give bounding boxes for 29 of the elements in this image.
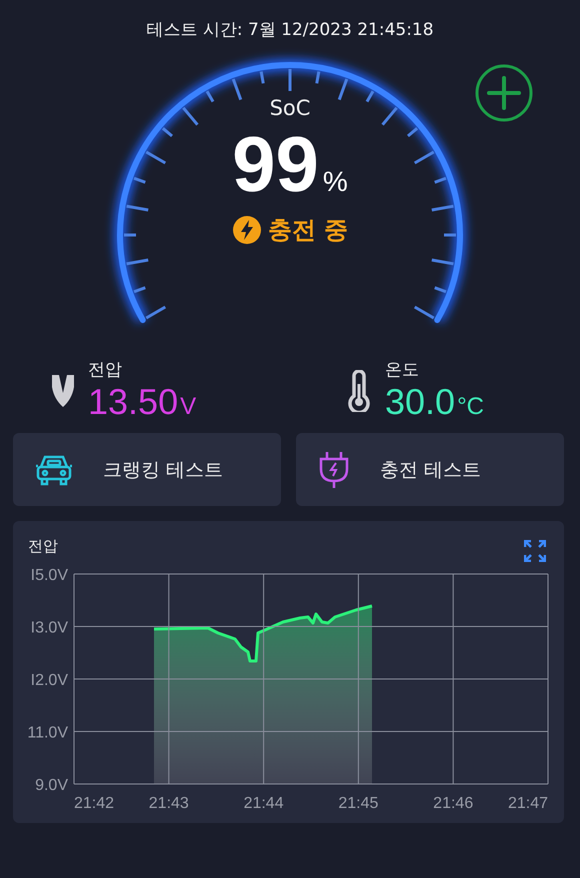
axis-label: 21:42 [74,795,114,812]
axis-label: 21:46 [433,795,474,812]
voltage-icon [50,372,76,408]
soc-label: SoC [270,96,310,120]
test-time: 테스트 시간: 7월 12/2023 21:45:18 [145,19,435,42]
charging-status: 충전 중 [268,214,348,246]
axis-label: 9.0V [35,777,68,794]
soc-value: 99 [232,122,319,208]
axis-label: 21:45 [338,795,378,812]
add-button[interactable] [474,63,534,123]
stat-unit: V [180,393,196,421]
stat-unit: °C [457,393,484,421]
axis-label: 21:47 [508,795,548,812]
plug-icon [318,450,350,488]
stat-label: 온도 [385,359,420,381]
axis-label: 11.0V [27,724,68,742]
test-button[interactable]: 크랭킹 테스트 [13,433,281,506]
axis-label: I2.0V [30,672,68,689]
stat-value: 13.50 [88,381,178,423]
axis-label: I3.0V [30,620,68,636]
axis-label: 21:44 [244,795,284,812]
soc-unit: % [322,166,348,198]
test-button[interactable]: 충전 테스트 [296,433,564,506]
expand-icon[interactable] [524,540,546,562]
axis-label: I5.0V [30,567,68,584]
axis-label: 21:43 [148,795,189,812]
stat-label: 전압 [88,359,123,381]
chart-title: 전압 [28,537,58,556]
stat-value: 30.0 [385,381,456,423]
